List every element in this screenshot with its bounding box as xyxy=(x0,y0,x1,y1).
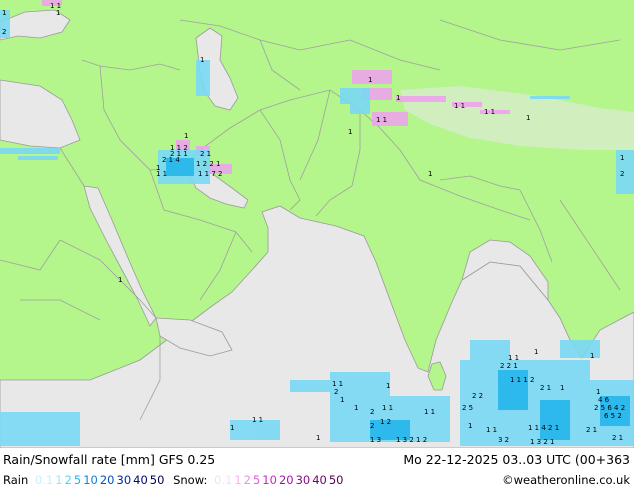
svg-text:1: 1 xyxy=(590,352,594,360)
svg-text:1 1: 1 1 xyxy=(376,116,387,124)
snow-legend-step-1: 1 xyxy=(234,473,242,487)
svg-text:1 3 2 1: 1 3 2 1 xyxy=(530,438,555,446)
rain-legend-step-8: 50 xyxy=(149,473,165,487)
svg-text:1: 1 xyxy=(620,154,624,162)
svg-text:2 2: 2 2 xyxy=(472,392,483,400)
svg-text:2 1: 2 1 xyxy=(612,434,623,442)
svg-text:1: 1 xyxy=(2,9,6,17)
svg-text:1 1: 1 1 xyxy=(156,170,167,178)
svg-text:1 1 1 2: 1 1 1 2 xyxy=(510,376,535,384)
svg-text:1: 1 xyxy=(200,56,204,64)
site-credit: ©weatheronline.co.uk xyxy=(502,473,630,487)
snow-legend-step-5: 20 xyxy=(278,473,294,487)
svg-text:1 1: 1 1 xyxy=(252,416,263,424)
svg-text:1 1: 1 1 xyxy=(424,408,435,416)
svg-text:2 1: 2 1 xyxy=(586,426,597,434)
svg-text:2 1: 2 1 xyxy=(540,384,551,392)
svg-text:1 1 4 2 1: 1 1 4 2 1 xyxy=(528,424,559,432)
svg-text:1: 1 xyxy=(316,434,320,442)
svg-text:2 2 1: 2 2 1 xyxy=(500,362,518,370)
map-title: Rain/Snowfall rate [mm] GFS 0.25 xyxy=(3,452,216,467)
svg-text:1: 1 xyxy=(560,384,564,392)
rain-legend-step-6: 30 xyxy=(116,473,132,487)
rain-legend-step-2: 2 xyxy=(64,473,72,487)
svg-text:1 2: 1 2 xyxy=(380,418,391,426)
snow-legend-label: Snow: xyxy=(173,473,208,487)
rain-legend-step-3: 5 xyxy=(73,473,82,487)
svg-text:1 1: 1 1 xyxy=(508,354,519,362)
snow-legend-steps: 0.1 1 2 5 10 20 30 40 50 xyxy=(214,473,345,487)
rain-legend-steps: 0.1 1 2 5 10 20 30 40 50 xyxy=(35,473,166,487)
map-footer: Rain/Snowfall rate [mm] GFS 0.25 Mo 22-1… xyxy=(0,448,634,490)
rain-legend-label: Rain xyxy=(3,473,29,487)
svg-text:3 2: 3 2 xyxy=(498,436,509,444)
snow-legend-step-7: 40 xyxy=(312,473,327,487)
svg-text:1: 1 xyxy=(468,422,472,430)
rain-legend-step-5: 20 xyxy=(99,473,115,487)
svg-text:4 6: 4 6 xyxy=(598,396,610,404)
svg-text:2 1: 2 1 xyxy=(200,150,211,158)
svg-text:1 1: 1 1 xyxy=(486,426,497,434)
precipitation-map: 1 1 1 1 2 1 1 1 1 1 1 1 1 1 1 1 1 1 1 2 … xyxy=(0,0,634,448)
svg-text:2: 2 xyxy=(370,408,374,416)
rain-legend-step-0: 0.1 xyxy=(34,473,54,487)
snow-legend-step-6: 30 xyxy=(295,473,311,487)
svg-text:1 3 2 1 2: 1 3 2 1 2 xyxy=(396,436,427,444)
svg-text:2: 2 xyxy=(2,28,6,36)
svg-text:1 1: 1 1 xyxy=(454,102,465,110)
svg-text:2: 2 xyxy=(334,388,338,396)
svg-text:2 1 4: 2 1 4 xyxy=(162,156,180,164)
snow-legend-step-3: 5 xyxy=(252,473,261,487)
svg-text:2 5 6 4 2: 2 5 6 4 2 xyxy=(594,404,625,412)
snow-legend-step-2: 2 xyxy=(243,473,251,487)
rain-legend-step-7: 40 xyxy=(133,473,148,487)
svg-text:2: 2 xyxy=(370,422,374,430)
rain-legend-step-4: 10 xyxy=(83,473,98,487)
svg-text:1: 1 xyxy=(348,128,352,136)
svg-text:1 1: 1 1 xyxy=(382,404,393,412)
svg-text:1: 1 xyxy=(354,404,358,412)
svg-text:1 1: 1 1 xyxy=(484,108,495,116)
svg-text:1: 1 xyxy=(396,94,400,102)
svg-text:1 3: 1 3 xyxy=(370,436,381,444)
svg-text:1: 1 xyxy=(386,382,390,390)
snow-legend-step-0: 0.1 xyxy=(214,473,233,487)
svg-text:1: 1 xyxy=(534,348,538,356)
svg-text:1: 1 xyxy=(428,170,432,178)
color-legend: Rain 0.1 1 2 5 10 20 30 40 50 Snow: 0.1 1 2 5 10 20 30… xyxy=(3,473,349,487)
svg-text:2: 2 xyxy=(620,170,624,178)
svg-text:1: 1 xyxy=(230,424,234,432)
rain-legend-step-1: 1 xyxy=(55,473,63,487)
svg-text:1: 1 xyxy=(368,76,372,84)
svg-text:1 1 7 2: 1 1 7 2 xyxy=(198,170,223,178)
svg-text:6 5 2: 6 5 2 xyxy=(604,412,622,420)
svg-text:1: 1 xyxy=(526,114,530,122)
svg-text:1 2 2 1: 1 2 2 1 xyxy=(196,160,221,168)
svg-text:1 1: 1 1 xyxy=(332,380,343,388)
svg-text:1: 1 xyxy=(184,132,188,140)
svg-text:1: 1 xyxy=(118,276,122,284)
svg-text:2 5: 2 5 xyxy=(462,404,473,412)
svg-text:1: 1 xyxy=(340,396,344,404)
snow-legend-step-8: 50 xyxy=(328,473,344,487)
forecast-datetime: Mo 22-12-2025 03..03 UTC (00+363 xyxy=(403,452,630,467)
snow-legend-step-4: 10 xyxy=(262,473,277,487)
svg-text:1: 1 xyxy=(56,9,60,17)
svg-text:1: 1 xyxy=(596,388,600,396)
